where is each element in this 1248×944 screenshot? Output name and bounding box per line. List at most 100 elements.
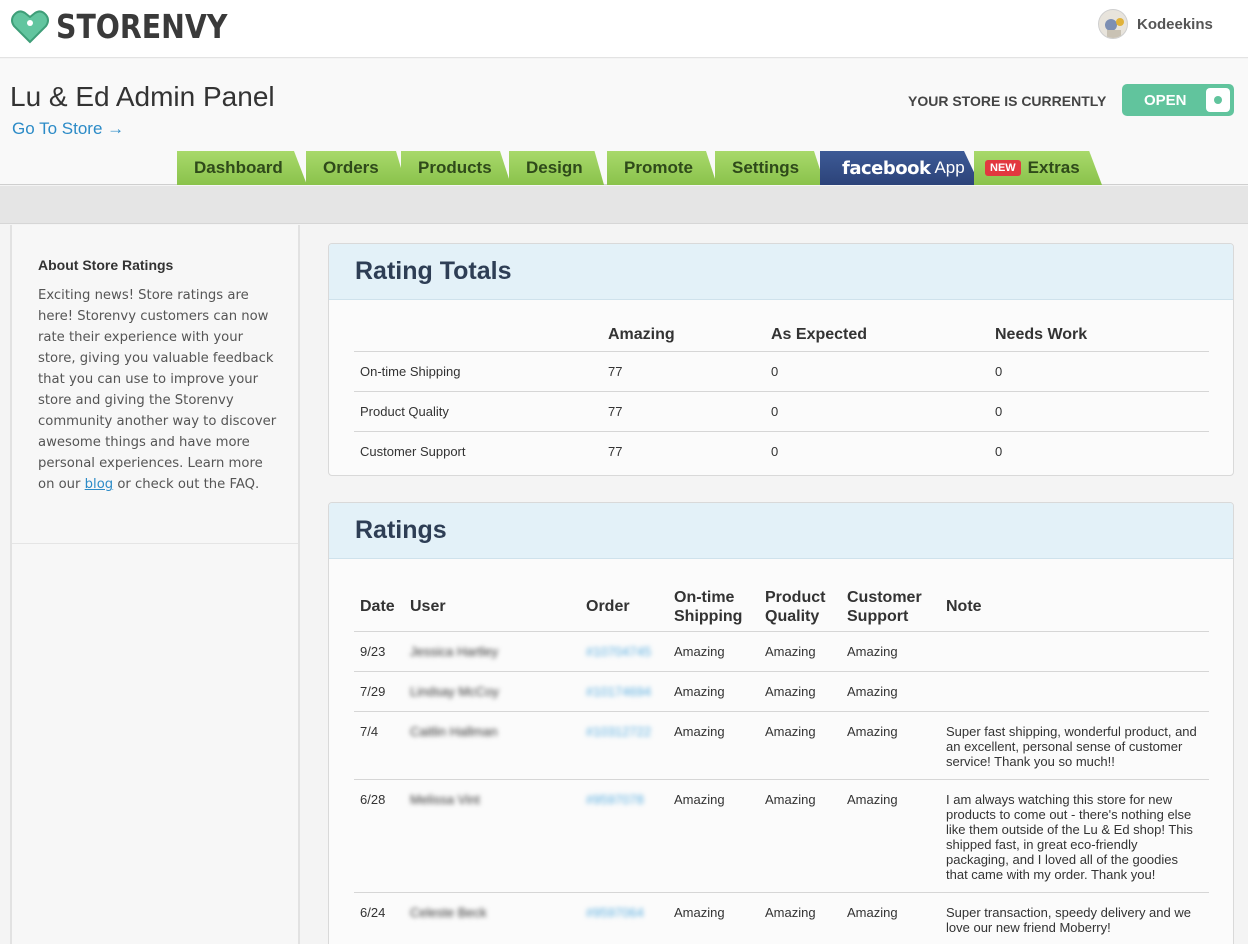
rating-order-link[interactable]: #9597078 [586, 778, 674, 892]
toggle-knob-icon [1206, 88, 1230, 112]
rating-note: Super transaction, speedy delivery and w… [946, 891, 1209, 944]
header-line: Product [765, 588, 826, 606]
rating-quality: Amazing [765, 670, 847, 711]
column-header: As Expected [771, 326, 868, 343]
table-row: Customer Support 77 0 0 [354, 430, 1209, 471]
tab-label: Design [526, 158, 583, 177]
rating-shipping: Amazing [674, 778, 765, 892]
row-label: Product Quality [354, 390, 608, 431]
rating-order-link[interactable]: #9597064 [586, 891, 674, 944]
user-menu[interactable]: Kodeekins [1098, 9, 1213, 39]
amazing-count: 77 [608, 350, 771, 391]
tab-promote[interactable]: Promote [607, 151, 717, 185]
column-header-shipping: On-time Shipping [674, 583, 765, 631]
rating-support: Amazing [847, 778, 946, 892]
tab-products[interactable]: Products [401, 151, 511, 185]
ratings-panel: Ratings Date User Order On-time Shipping … [328, 502, 1234, 944]
table-row: On-time Shipping 77 0 0 [354, 350, 1209, 391]
storenvy-logo[interactable]: STORENVY [10, 6, 255, 46]
rating-note [946, 630, 1209, 671]
rating-user[interactable]: Lindsay McCoy [410, 670, 586, 711]
row-label: On-time Shipping [354, 350, 608, 391]
tab-label: App [934, 158, 965, 177]
table-row: 6/28 Melissa Vint #9597078 Amazing Amazi… [354, 778, 1209, 892]
logo-wordmark: STORENVY [56, 6, 228, 46]
sidebar-text: or check out the FAQ. [113, 477, 260, 492]
rating-totals-title: Rating Totals [329, 244, 1233, 300]
table-row: 7/29 Lindsay McCoy #10174694 Amazing Ama… [354, 670, 1209, 711]
tab-design[interactable]: Design [509, 151, 604, 185]
rating-note: Super fast shipping, wonderful product, … [946, 710, 1209, 779]
column-header: Amazing [608, 326, 675, 343]
table-header-row: Amazing As Expected Needs Work [354, 318, 1209, 351]
column-header [354, 318, 608, 351]
rating-user[interactable]: Celeste Beck [410, 891, 586, 944]
rating-order-link[interactable]: #10312722 [586, 710, 674, 779]
rating-order-link[interactable]: #10704745 [586, 630, 674, 671]
tab-label: Settings [732, 158, 800, 177]
top-bar: STORENVY Kodeekins [0, 0, 1248, 58]
header-line: Support [847, 607, 909, 625]
rating-user[interactable]: Jessica Hartley [410, 630, 586, 671]
tab-dashboard[interactable]: Dashboard [177, 151, 307, 185]
avatar[interactable] [1098, 9, 1128, 39]
rating-quality: Amazing [765, 710, 847, 779]
rating-shipping: Amazing [674, 630, 765, 671]
tab-settings[interactable]: Settings [715, 151, 825, 185]
tab-label: Products [418, 158, 492, 177]
column-header-support: Customer Support [847, 583, 946, 631]
column-header-user: User [410, 598, 446, 616]
ratings-table: Date User Order On-time Shipping Product Q… [354, 583, 1209, 944]
tab-label: Promote [624, 158, 693, 177]
rating-shipping: Amazing [674, 710, 765, 779]
rating-totals-panel: Rating Totals Amazing As Expected Needs … [328, 243, 1234, 476]
header-line: Quality [765, 607, 820, 625]
rating-quality: Amazing [765, 891, 847, 944]
rating-order-link[interactable]: #10174694 [586, 670, 674, 711]
row-label: Customer Support [354, 430, 608, 471]
rating-totals-table: Amazing As Expected Needs Work On-time S… [354, 318, 1209, 471]
as-expected-count: 0 [771, 390, 995, 431]
rating-quality: Amazing [765, 630, 847, 671]
go-to-store-link[interactable]: Go To Store → [12, 119, 124, 139]
tab-label: Dashboard [194, 158, 283, 177]
rating-shipping: Amazing [674, 891, 765, 944]
column-header: Needs Work [995, 326, 1088, 343]
rating-user[interactable]: Melissa Vint [410, 778, 586, 892]
table-header-row: Date User Order On-time Shipping Product Q… [354, 583, 1209, 631]
facebook-wordmark: facebook [842, 157, 931, 179]
rating-support: Amazing [847, 670, 946, 711]
rating-quality: Amazing [765, 778, 847, 892]
table-row: 6/24 Celeste Beck #9597064 Amazing Amazi… [354, 891, 1209, 944]
column-header-date: Date [360, 598, 395, 616]
rating-shipping: Amazing [674, 670, 765, 711]
rating-date: 7/4 [354, 710, 410, 779]
header-divider-strip [0, 186, 1248, 224]
amazing-count: 77 [608, 430, 771, 471]
sidebar-divider [12, 543, 298, 544]
heart-tag-icon [11, 10, 49, 44]
needs-work-count: 0 [995, 350, 1209, 391]
tab-label: Orders [323, 158, 379, 177]
rating-note: I am always watching this store for new … [946, 778, 1209, 892]
rating-date: 9/23 [354, 630, 410, 671]
store-status-label: YOUR STORE IS CURRENTLY [908, 93, 1107, 109]
column-header-note: Note [946, 598, 982, 616]
column-header-quality: Product Quality [765, 583, 847, 631]
header-line: On-time [674, 588, 735, 606]
tab-extras[interactable]: NEW Extras [974, 151, 1102, 185]
tab-orders[interactable]: Orders [306, 151, 406, 185]
as-expected-count: 0 [771, 350, 995, 391]
rating-date: 7/29 [354, 670, 410, 711]
page-title: Lu & Ed Admin Panel [10, 81, 275, 112]
rating-user[interactable]: Caitlin Hallman [410, 710, 586, 779]
user-name[interactable]: Kodeekins [1137, 16, 1213, 33]
tab-facebook-app[interactable]: facebook App [820, 151, 980, 185]
needs-work-count: 0 [995, 430, 1209, 471]
blog-link[interactable]: blog [85, 477, 113, 492]
store-open-toggle[interactable]: OPEN [1122, 84, 1234, 116]
rating-support: Amazing [847, 891, 946, 944]
header-line: Customer [847, 588, 922, 606]
needs-work-count: 0 [995, 390, 1209, 431]
amazing-count: 77 [608, 390, 771, 431]
